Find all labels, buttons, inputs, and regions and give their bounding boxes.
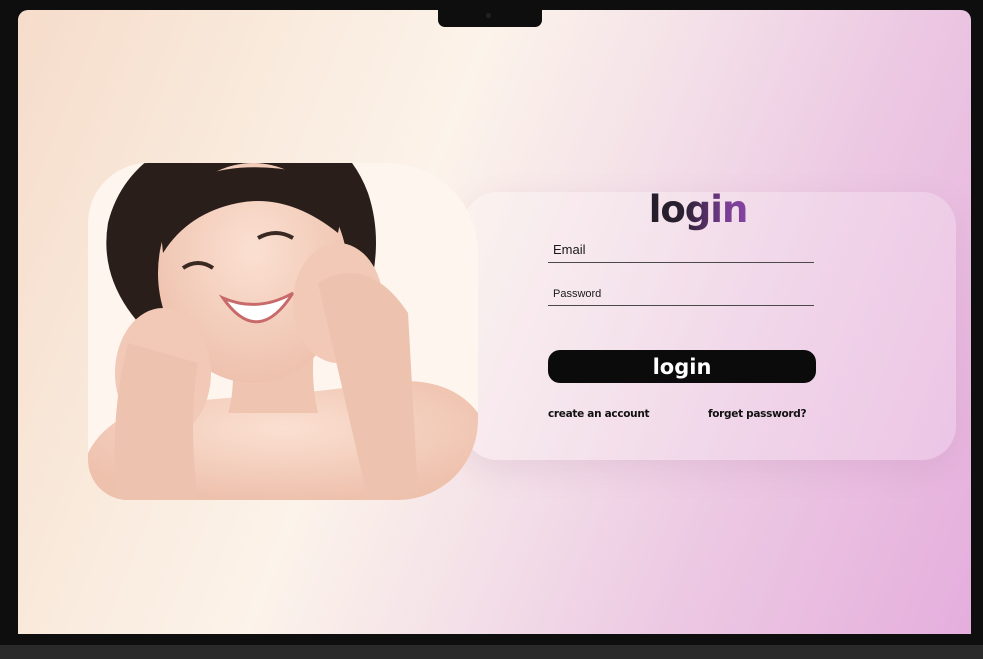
screen: login login create an account forget pas… [18,10,971,634]
email-input[interactable] [548,240,814,263]
create-account-link[interactable]: create an account [548,408,650,420]
laptop-frame: login login create an account forget pas… [0,0,983,659]
laptop-base [0,645,983,659]
camera-icon [486,13,491,18]
login-form: login login create an account forget pas… [548,185,816,425]
hero-photo-panel [88,163,478,500]
password-input[interactable] [548,285,814,306]
hero-photo [88,163,478,500]
login-button[interactable]: login [548,350,816,383]
login-title: login [548,188,848,231]
camera-notch [438,10,542,27]
forgot-password-link[interactable]: forget password? [708,408,807,420]
